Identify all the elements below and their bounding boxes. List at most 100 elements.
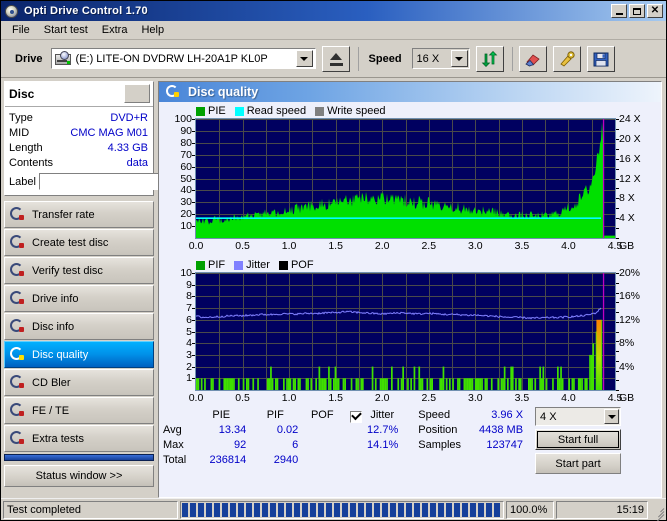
y-axis-tickmark	[192, 331, 195, 333]
sidebar-item-drive-info[interactable]: Drive info	[4, 285, 154, 312]
main-area: Disc Type DVD+R MID CMC MAG M01 Length 4…	[1, 78, 666, 498]
x-axis-tick-label: 0.5	[235, 240, 250, 252]
close-button[interactable]: ✕	[647, 4, 663, 18]
x-axis-unit-label: GB	[619, 392, 635, 404]
row-label-max: Max	[163, 438, 184, 451]
panel-header: Disc quality	[159, 82, 661, 102]
x-axis-unit-label: GB	[619, 240, 635, 252]
y2-axis-tick-label: 20 X	[619, 132, 641, 145]
toolbar-divider-2	[511, 46, 513, 71]
y-axis-tick-label: 40	[180, 184, 192, 197]
y2-axis-tick-label: 16%	[619, 290, 641, 303]
sidebar-item-transfer-rate[interactable]: Transfer rate	[4, 201, 154, 228]
disc-quality-panel: Disc quality PIE Read speed Write speed …	[158, 81, 662, 498]
y-axis-tick-label: 100	[174, 113, 192, 125]
run-info-table: Speed 3.96 X Position 4438 MB Samples 12…	[418, 407, 523, 474]
menu-item-file[interactable]: File	[5, 22, 37, 38]
disc-row-length: Length 4.33 GB	[9, 140, 148, 155]
sidebar-item-fe-te[interactable]: FE / TE	[4, 397, 154, 424]
error-stats-table: PIE PIF POF Jitter Avg 13.34 0.02 12.7% …	[163, 407, 404, 474]
pif-chart-container: PIF Jitter POF 1 2 3 4 5 6 7 8 9 10 4% 8% 12% 16% 20% 0…	[159, 256, 661, 404]
table-row: Total 236814 2940	[163, 452, 404, 467]
menu-item-help[interactable]: Help	[134, 22, 171, 38]
y-axis-tick-label: 90	[180, 124, 192, 137]
jitter-checkbox[interactable]	[350, 410, 363, 423]
speed-select[interactable]: 16 X	[411, 48, 470, 69]
table-row: Max 92 6 14.1%	[163, 437, 404, 452]
pif-chart: 1 2 3 4 5 6 7 8 9 10 4% 8% 12% 16% 20% 0.0 0.5 1.0 1.5 2.0 2…	[162, 268, 658, 404]
y2-axis-tick-label: 12%	[619, 313, 641, 326]
y2-axis-tickmark	[616, 218, 619, 220]
erase-button[interactable]	[518, 45, 547, 72]
legend-item-jitter: Jitter	[234, 259, 270, 271]
y2-axis-tickmark	[616, 360, 619, 362]
pif-chart-legend: PIF Jitter POF	[162, 258, 658, 272]
y-axis-tickmark	[192, 166, 195, 168]
disc-transfer-icon	[10, 207, 25, 222]
y-axis-tick-label: 30	[180, 196, 192, 209]
table-row: Avg 13.34 0.02 12.7%	[163, 422, 404, 437]
disc-row-type-value: DVD+R	[110, 111, 148, 124]
start-full-button[interactable]: Start full	[535, 429, 622, 450]
cell-total-pif: 2940	[273, 453, 299, 466]
minimize-button[interactable]	[611, 4, 627, 18]
progress-percent: 100.0%	[506, 500, 554, 519]
x-axis-tick-label: 0.0	[188, 392, 204, 404]
legend-item-pif: PIF	[196, 259, 225, 271]
maximize-button[interactable]	[629, 4, 645, 18]
menu-bar: File Start test Extra Help	[1, 21, 666, 40]
menu-item-start-test[interactable]: Start test	[37, 22, 95, 38]
disc-row-length-key: Length	[9, 141, 43, 154]
sidebar-item-disc-info-label: Disc info	[32, 320, 75, 333]
eject-button[interactable]	[321, 45, 350, 72]
y-axis-tickmark	[192, 202, 195, 204]
resize-grip[interactable]	[652, 504, 665, 521]
disc-info-box: Disc Type DVD+R MID CMC MAG M01 Length 4…	[4, 81, 241, 196]
elapsed-time: 15:19	[556, 500, 648, 519]
sidebar-item-fe-te-label: FE / TE	[32, 404, 70, 417]
y-axis-tickmark	[192, 284, 195, 286]
sidebar-item-extra-tests[interactable]: Extra tests	[4, 425, 154, 452]
info-value-position: 4438 MB	[479, 423, 524, 436]
row-label-total: Total	[163, 453, 187, 466]
legend-label-jitter: Jitter	[246, 259, 270, 271]
refresh-button[interactable]	[475, 45, 504, 72]
tools-icon	[559, 50, 575, 67]
sidebar-item-disc-quality[interactable]: Disc quality	[4, 341, 154, 368]
save-button[interactable]	[586, 45, 615, 72]
sidebar-item-verify-test-disc[interactable]: Verify test disc	[4, 257, 154, 284]
cell-total-pie: 236814	[209, 453, 247, 466]
disc-create-icon	[10, 235, 25, 250]
x-axis-tick-label: 2.5	[421, 392, 437, 404]
disc-extra-icon	[10, 431, 25, 446]
menu-item-extra[interactable]: Extra	[95, 22, 135, 38]
tools-button[interactable]	[552, 45, 581, 72]
drive-select-chevron-down-icon[interactable]	[295, 50, 313, 67]
y2-axis-tickmark	[616, 321, 619, 323]
legend-swatch-jitter	[234, 260, 244, 270]
disc-info-header: Disc	[5, 82, 153, 107]
y-axis-tickmark	[192, 214, 195, 216]
test-speed-chevron-down-icon[interactable]	[604, 409, 620, 424]
y2-axis-tickmark	[616, 370, 619, 372]
y2-axis-tickmark	[616, 128, 619, 130]
status-window-button[interactable]: Status window >>	[4, 465, 154, 487]
legend-item-read-speed: Read speed	[234, 105, 306, 117]
start-part-button[interactable]: Start part	[535, 453, 622, 474]
test-speed-select[interactable]: 4 X	[535, 407, 622, 426]
y-axis-tickmark	[192, 130, 195, 132]
y-axis-tickmark	[192, 273, 195, 274]
speed-select-chevron-down-icon[interactable]	[450, 50, 468, 67]
sidebar-item-disc-info[interactable]: Disc info	[4, 313, 154, 340]
page-title: Disc quality	[188, 85, 259, 99]
y-axis-tickmark	[192, 354, 195, 356]
sidebar-item-extra-tests-label: Extra tests	[32, 432, 84, 445]
sidebar-item-cd-bler[interactable]: CD Bler	[4, 369, 154, 396]
sidebar-item-verify-test-disc-label: Verify test disc	[32, 264, 103, 277]
sidebar-item-create-test-disc[interactable]: Create test disc	[4, 229, 154, 256]
y2-axis-tickmark	[616, 138, 619, 140]
y2-axis-tick-label: 24 X	[619, 113, 641, 125]
drive-select[interactable]: (E:) LITE-ON DVDRW LH-20A1P KL0P	[50, 48, 316, 69]
info-row-position: Position 4438 MB	[418, 422, 523, 437]
x-axis-tick-label: 2.0	[374, 392, 390, 404]
